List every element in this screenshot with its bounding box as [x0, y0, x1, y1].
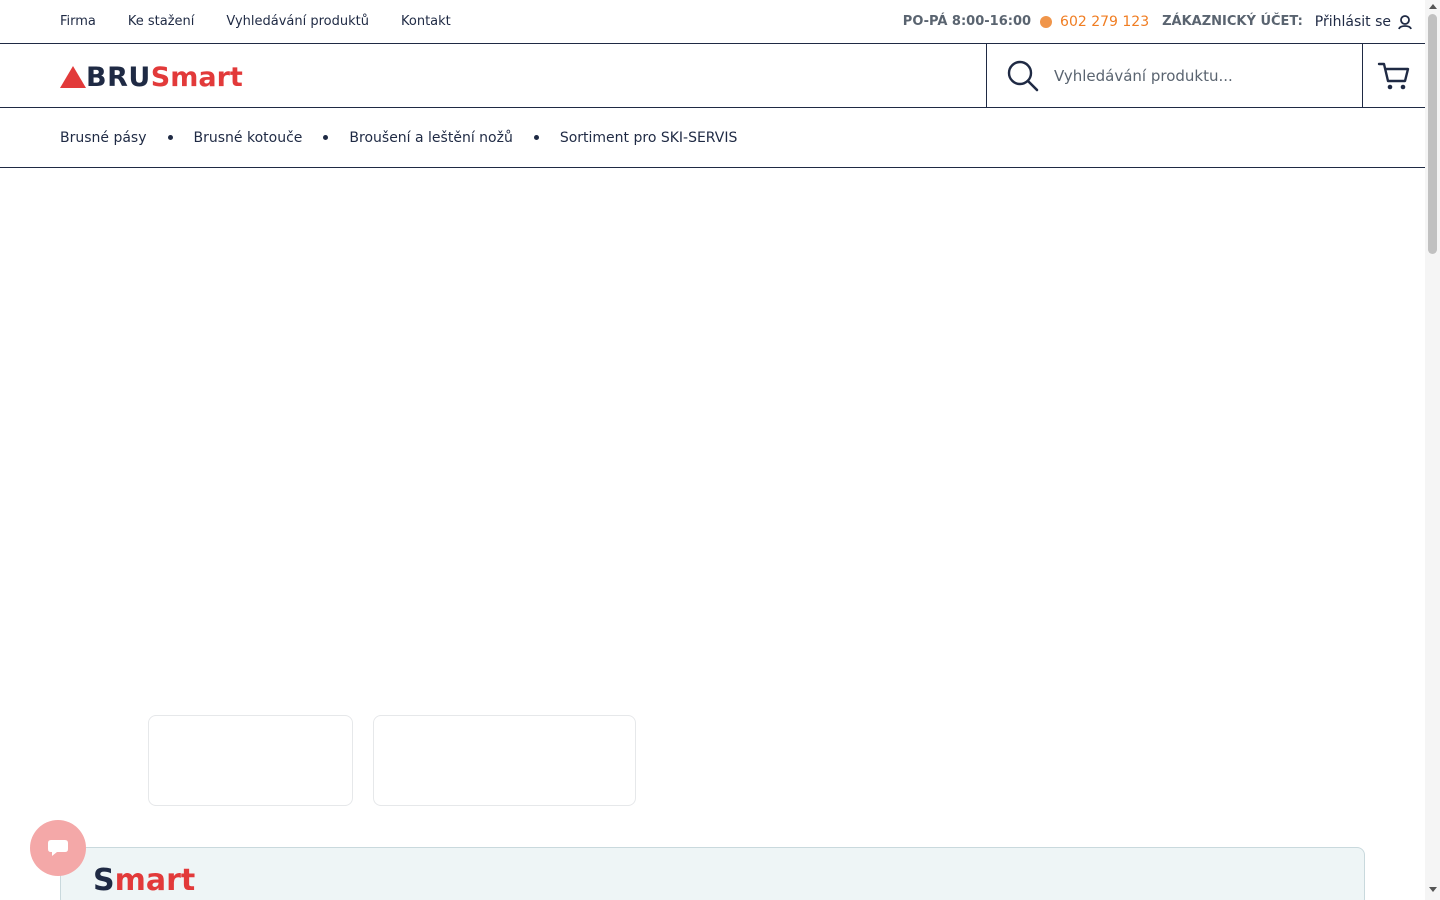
scroll-down-arrow-icon[interactable]: [1429, 887, 1437, 892]
logo-text-bru: BRU: [86, 61, 151, 93]
search-box: [986, 44, 1363, 107]
site-header: BRU Smart: [0, 44, 1425, 108]
category-brouseni-a-lesteni-nozu[interactable]: Broušení a leštění nožů: [349, 130, 512, 146]
category-bar: Brusné pásy Brusné kotouče Broušení a le…: [0, 108, 1425, 168]
account-label: ZÁKAZNICKÝ ÚČET:: [1162, 14, 1303, 29]
chat-icon: [48, 840, 68, 856]
status-dot-icon: [1040, 15, 1053, 28]
cart-button[interactable]: [1362, 44, 1425, 107]
search-input[interactable]: [1054, 66, 1334, 85]
logo-text-smart: Smart: [150, 61, 243, 93]
cart-icon: [1377, 62, 1410, 89]
search-icon[interactable]: [1006, 59, 1040, 93]
category-nav: Brusné pásy Brusné kotouče Broušení a le…: [60, 108, 737, 167]
contact-and-account: PO-PÁ 8:00-16:00 602 279 123 ZÁKAZNICKÝ …: [903, 0, 1413, 43]
phone-link[interactable]: 602 279 123: [1060, 14, 1149, 30]
panel-logo: Smart: [93, 866, 195, 896]
category-sortiment-ski-servis[interactable]: Sortiment pro SKI-SERVIS: [560, 130, 738, 146]
top-nav-ke-stazeni[interactable]: Ke stažení: [128, 14, 195, 29]
bullet-separator: [167, 135, 173, 140]
top-nav-kontakt[interactable]: Kontakt: [401, 14, 451, 29]
category-brusne-kotouce[interactable]: Brusné kotouče: [194, 130, 303, 146]
user-icon[interactable]: [1397, 14, 1413, 30]
chat-button[interactable]: [30, 820, 86, 876]
category-brusne-pasy[interactable]: Brusné pásy: [60, 130, 147, 146]
brand-logo[interactable]: BRU Smart: [60, 61, 243, 93]
page-scrollbar[interactable]: [1425, 0, 1440, 900]
panel-logo-letter: S: [93, 863, 115, 898]
top-utility-bar: Firma Ke stažení Vyhledávání produktů Ko…: [0, 0, 1425, 44]
bullet-separator: [323, 135, 329, 140]
scroll-up-arrow-icon[interactable]: [1429, 4, 1437, 9]
info-card: [148, 715, 353, 806]
opening-hours: PO-PÁ 8:00-16:00: [902, 14, 1032, 29]
top-nav-firma[interactable]: Firma: [60, 14, 96, 29]
panel-logo-text: mart: [114, 863, 196, 898]
bullet-separator: [533, 135, 539, 140]
top-nav: Firma Ke stažení Vyhledávání produktů Ko…: [60, 0, 451, 43]
login-link[interactable]: Přihlásit se: [1315, 14, 1391, 30]
info-card: [373, 715, 636, 806]
scroll-thumb[interactable]: [1428, 14, 1437, 254]
top-nav-vyhledavani-produktu[interactable]: Vyhledávání produktů: [226, 14, 369, 29]
logo-triangle-icon: [60, 66, 86, 88]
brand-panel: Smart: [60, 847, 1365, 900]
